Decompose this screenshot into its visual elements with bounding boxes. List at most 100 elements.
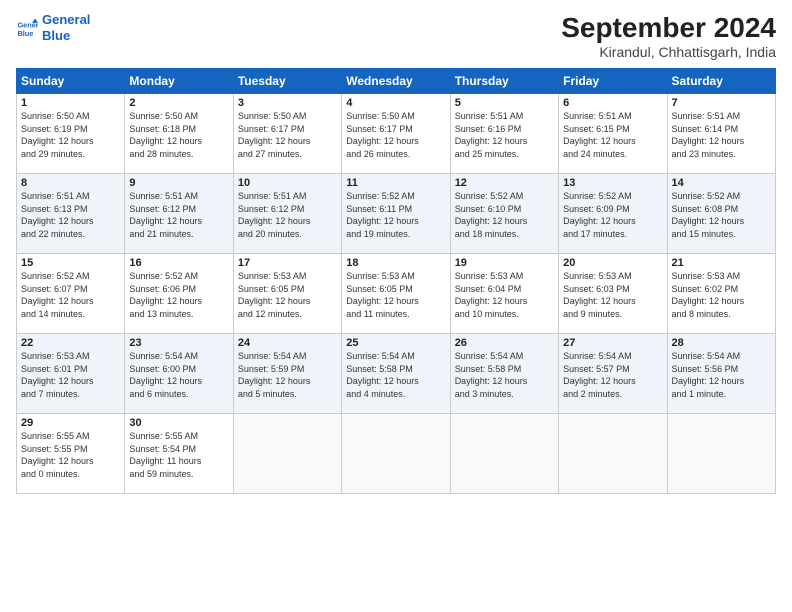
day-info: Sunrise: 5:52 AM Sunset: 6:07 PM Dayligh… bbox=[21, 270, 120, 320]
day-info: Sunrise: 5:51 AM Sunset: 6:16 PM Dayligh… bbox=[455, 110, 554, 160]
calendar-table: SundayMondayTuesdayWednesdayThursdayFrid… bbox=[16, 68, 776, 494]
day-info: Sunrise: 5:54 AM Sunset: 5:58 PM Dayligh… bbox=[455, 350, 554, 400]
weekday-header-tuesday: Tuesday bbox=[233, 69, 341, 94]
day-cell: 9Sunrise: 5:51 AM Sunset: 6:12 PM Daylig… bbox=[125, 174, 233, 254]
day-number: 6 bbox=[563, 97, 662, 109]
day-number: 21 bbox=[672, 257, 771, 269]
day-cell: 1Sunrise: 5:50 AM Sunset: 6:19 PM Daylig… bbox=[17, 94, 125, 174]
day-cell: 6Sunrise: 5:51 AM Sunset: 6:15 PM Daylig… bbox=[559, 94, 667, 174]
day-cell: 29Sunrise: 5:55 AM Sunset: 5:55 PM Dayli… bbox=[17, 414, 125, 494]
day-cell: 5Sunrise: 5:51 AM Sunset: 6:16 PM Daylig… bbox=[450, 94, 558, 174]
day-cell bbox=[233, 414, 341, 494]
day-number: 1 bbox=[21, 97, 120, 109]
day-info: Sunrise: 5:51 AM Sunset: 6:12 PM Dayligh… bbox=[238, 190, 337, 240]
day-cell: 20Sunrise: 5:53 AM Sunset: 6:03 PM Dayli… bbox=[559, 254, 667, 334]
day-number: 15 bbox=[21, 257, 120, 269]
day-info: Sunrise: 5:54 AM Sunset: 5:59 PM Dayligh… bbox=[238, 350, 337, 400]
logo-icon: General Blue bbox=[16, 17, 38, 39]
day-info: Sunrise: 5:54 AM Sunset: 6:00 PM Dayligh… bbox=[129, 350, 228, 400]
weekday-header-friday: Friday bbox=[559, 69, 667, 94]
day-cell: 3Sunrise: 5:50 AM Sunset: 6:17 PM Daylig… bbox=[233, 94, 341, 174]
day-number: 9 bbox=[129, 177, 228, 189]
day-info: Sunrise: 5:52 AM Sunset: 6:08 PM Dayligh… bbox=[672, 190, 771, 240]
day-cell: 28Sunrise: 5:54 AM Sunset: 5:56 PM Dayli… bbox=[667, 334, 775, 414]
day-number: 2 bbox=[129, 97, 228, 109]
day-number: 25 bbox=[346, 337, 445, 349]
logo: General Blue General Blue bbox=[16, 12, 90, 43]
week-row-1: 1Sunrise: 5:50 AM Sunset: 6:19 PM Daylig… bbox=[17, 94, 776, 174]
day-info: Sunrise: 5:52 AM Sunset: 6:06 PM Dayligh… bbox=[129, 270, 228, 320]
day-info: Sunrise: 5:52 AM Sunset: 6:10 PM Dayligh… bbox=[455, 190, 554, 240]
day-cell bbox=[559, 414, 667, 494]
weekday-header-thursday: Thursday bbox=[450, 69, 558, 94]
day-info: Sunrise: 5:55 AM Sunset: 5:55 PM Dayligh… bbox=[21, 430, 120, 480]
day-cell: 23Sunrise: 5:54 AM Sunset: 6:00 PM Dayli… bbox=[125, 334, 233, 414]
day-number: 5 bbox=[455, 97, 554, 109]
week-row-5: 29Sunrise: 5:55 AM Sunset: 5:55 PM Dayli… bbox=[17, 414, 776, 494]
day-cell: 13Sunrise: 5:52 AM Sunset: 6:09 PM Dayli… bbox=[559, 174, 667, 254]
location: Kirandul, Chhattisgarh, India bbox=[561, 44, 776, 60]
svg-text:Blue: Blue bbox=[17, 29, 33, 38]
day-cell: 21Sunrise: 5:53 AM Sunset: 6:02 PM Dayli… bbox=[667, 254, 775, 334]
day-cell: 22Sunrise: 5:53 AM Sunset: 6:01 PM Dayli… bbox=[17, 334, 125, 414]
day-number: 27 bbox=[563, 337, 662, 349]
day-number: 8 bbox=[21, 177, 120, 189]
day-cell: 27Sunrise: 5:54 AM Sunset: 5:57 PM Dayli… bbox=[559, 334, 667, 414]
day-info: Sunrise: 5:53 AM Sunset: 6:05 PM Dayligh… bbox=[346, 270, 445, 320]
day-cell: 14Sunrise: 5:52 AM Sunset: 6:08 PM Dayli… bbox=[667, 174, 775, 254]
day-info: Sunrise: 5:50 AM Sunset: 6:17 PM Dayligh… bbox=[238, 110, 337, 160]
day-cell: 16Sunrise: 5:52 AM Sunset: 6:06 PM Dayli… bbox=[125, 254, 233, 334]
day-cell bbox=[450, 414, 558, 494]
logo-general: General bbox=[42, 12, 90, 28]
day-number: 14 bbox=[672, 177, 771, 189]
day-number: 18 bbox=[346, 257, 445, 269]
day-info: Sunrise: 5:54 AM Sunset: 5:58 PM Dayligh… bbox=[346, 350, 445, 400]
day-number: 3 bbox=[238, 97, 337, 109]
day-info: Sunrise: 5:52 AM Sunset: 6:11 PM Dayligh… bbox=[346, 190, 445, 240]
day-number: 20 bbox=[563, 257, 662, 269]
weekday-header-sunday: Sunday bbox=[17, 69, 125, 94]
day-number: 28 bbox=[672, 337, 771, 349]
day-info: Sunrise: 5:53 AM Sunset: 6:03 PM Dayligh… bbox=[563, 270, 662, 320]
day-info: Sunrise: 5:53 AM Sunset: 6:04 PM Dayligh… bbox=[455, 270, 554, 320]
day-info: Sunrise: 5:51 AM Sunset: 6:13 PM Dayligh… bbox=[21, 190, 120, 240]
day-number: 12 bbox=[455, 177, 554, 189]
weekday-header-row: SundayMondayTuesdayWednesdayThursdayFrid… bbox=[17, 69, 776, 94]
page: General Blue General Blue September 2024… bbox=[0, 0, 792, 612]
day-cell: 26Sunrise: 5:54 AM Sunset: 5:58 PM Dayli… bbox=[450, 334, 558, 414]
day-cell: 24Sunrise: 5:54 AM Sunset: 5:59 PM Dayli… bbox=[233, 334, 341, 414]
day-cell: 8Sunrise: 5:51 AM Sunset: 6:13 PM Daylig… bbox=[17, 174, 125, 254]
weekday-header-monday: Monday bbox=[125, 69, 233, 94]
day-cell: 15Sunrise: 5:52 AM Sunset: 6:07 PM Dayli… bbox=[17, 254, 125, 334]
day-number: 4 bbox=[346, 97, 445, 109]
day-cell: 18Sunrise: 5:53 AM Sunset: 6:05 PM Dayli… bbox=[342, 254, 450, 334]
day-info: Sunrise: 5:53 AM Sunset: 6:02 PM Dayligh… bbox=[672, 270, 771, 320]
day-info: Sunrise: 5:53 AM Sunset: 6:01 PM Dayligh… bbox=[21, 350, 120, 400]
day-cell: 30Sunrise: 5:55 AM Sunset: 5:54 PM Dayli… bbox=[125, 414, 233, 494]
week-row-4: 22Sunrise: 5:53 AM Sunset: 6:01 PM Dayli… bbox=[17, 334, 776, 414]
weekday-header-saturday: Saturday bbox=[667, 69, 775, 94]
day-number: 10 bbox=[238, 177, 337, 189]
day-info: Sunrise: 5:50 AM Sunset: 6:17 PM Dayligh… bbox=[346, 110, 445, 160]
day-info: Sunrise: 5:52 AM Sunset: 6:09 PM Dayligh… bbox=[563, 190, 662, 240]
logo-blue: Blue bbox=[42, 28, 90, 44]
day-number: 13 bbox=[563, 177, 662, 189]
month-title: September 2024 bbox=[561, 12, 776, 44]
day-number: 26 bbox=[455, 337, 554, 349]
day-cell: 10Sunrise: 5:51 AM Sunset: 6:12 PM Dayli… bbox=[233, 174, 341, 254]
day-number: 23 bbox=[129, 337, 228, 349]
week-row-3: 15Sunrise: 5:52 AM Sunset: 6:07 PM Dayli… bbox=[17, 254, 776, 334]
day-cell bbox=[667, 414, 775, 494]
day-cell: 19Sunrise: 5:53 AM Sunset: 6:04 PM Dayli… bbox=[450, 254, 558, 334]
day-number: 11 bbox=[346, 177, 445, 189]
day-cell bbox=[342, 414, 450, 494]
title-section: September 2024 Kirandul, Chhattisgarh, I… bbox=[561, 12, 776, 60]
day-info: Sunrise: 5:50 AM Sunset: 6:19 PM Dayligh… bbox=[21, 110, 120, 160]
weekday-header-wednesday: Wednesday bbox=[342, 69, 450, 94]
day-info: Sunrise: 5:51 AM Sunset: 6:12 PM Dayligh… bbox=[129, 190, 228, 240]
day-number: 19 bbox=[455, 257, 554, 269]
day-cell: 4Sunrise: 5:50 AM Sunset: 6:17 PM Daylig… bbox=[342, 94, 450, 174]
day-info: Sunrise: 5:53 AM Sunset: 6:05 PM Dayligh… bbox=[238, 270, 337, 320]
day-number: 22 bbox=[21, 337, 120, 349]
day-cell: 17Sunrise: 5:53 AM Sunset: 6:05 PM Dayli… bbox=[233, 254, 341, 334]
